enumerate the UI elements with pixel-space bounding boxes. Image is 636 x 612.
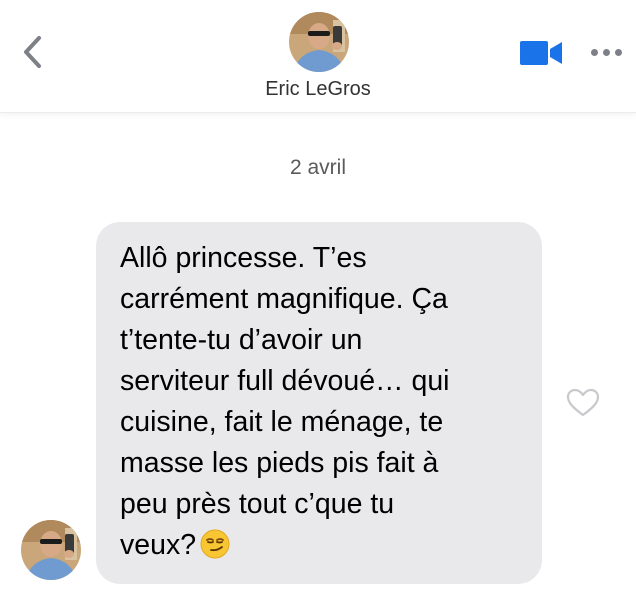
message-row: Allô princesse. T’es carrément magnifiqu… [0, 220, 636, 590]
message-last-line: veux? [120, 525, 522, 571]
message-line: masse les pieds pis fait à [120, 447, 439, 479]
message-bubble[interactable]: Allô princesse. T’es carrément magnifiqu… [96, 222, 542, 584]
message-line: Allô princesse. T’es [120, 242, 367, 274]
message-line: carrément magnifique. Ça [120, 283, 448, 315]
sender-avatar[interactable] [21, 520, 81, 580]
more-horizontal-icon [590, 48, 598, 56]
smirking-face-emoji [200, 529, 230, 571]
video-call-button[interactable] [519, 40, 563, 66]
message-line: cuisine, fait le ménage, te [120, 406, 444, 438]
avatar-photo [21, 520, 81, 580]
more-options-button[interactable] [588, 44, 624, 60]
message-line: veux? [120, 529, 197, 561]
date-separator: 2 avril [289, 156, 347, 179]
avatar-photo [289, 12, 349, 72]
more-horizontal-icon-dot [602, 48, 610, 56]
conversation-header: Eric LeGros [0, 0, 636, 113]
contact-name[interactable]: Eric LeGros [0, 78, 636, 101]
back-button[interactable] [16, 34, 48, 70]
contact-avatar[interactable] [289, 12, 349, 72]
message-line: t’tente-tu d’avoir un [120, 324, 363, 356]
more-horizontal-icon-dot [614, 48, 622, 56]
message-line: peu près tout c’que tu [120, 488, 395, 520]
like-message-button[interactable] [566, 388, 600, 418]
message-line: serviteur full dévoué… qui [120, 365, 450, 397]
chevron-left-icon [24, 36, 41, 68]
heart-outline-icon [566, 388, 600, 417]
video-camera-icon [520, 41, 562, 65]
